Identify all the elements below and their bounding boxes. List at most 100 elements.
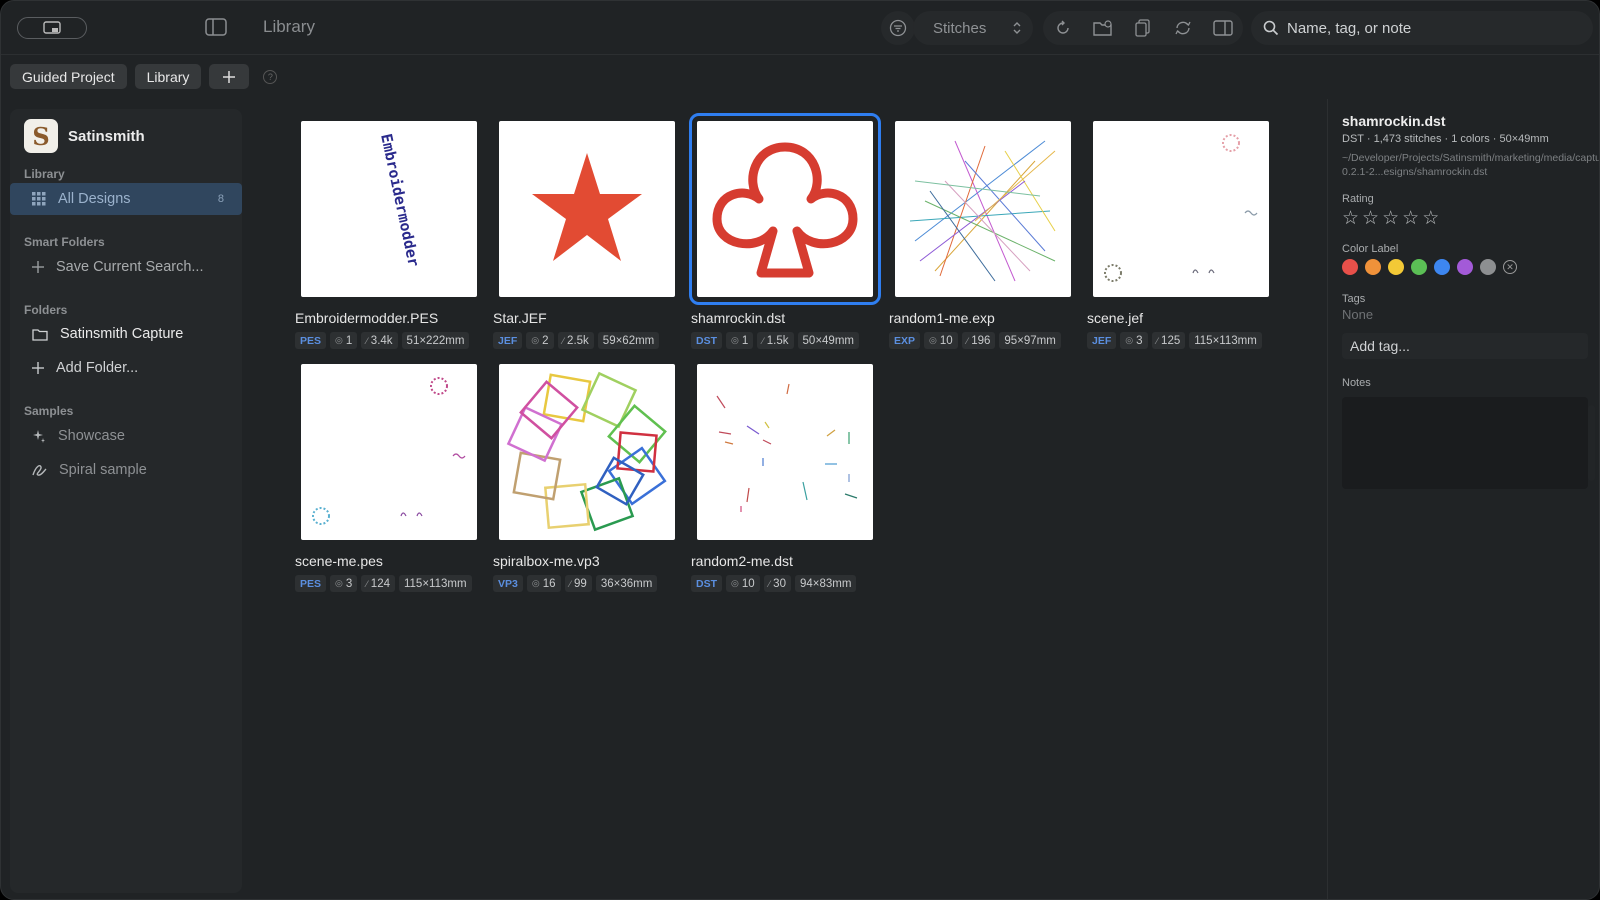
add-tab-button[interactable] (209, 64, 250, 89)
section-samples: Samples (24, 404, 74, 418)
inspector-subtitle: DST · 1,473 stitches · 1 colors · 50×49m… (1342, 133, 1549, 145)
design-thumbnail[interactable]: Embroidermodder (301, 121, 477, 297)
stitch-icon: ⁄ (569, 578, 572, 589)
sidebar-item-all-designs[interactable]: All Designs 8 (10, 183, 242, 215)
star-icon[interactable]: ☆ (1422, 207, 1439, 230)
random2-preview (716, 383, 858, 512)
design-thumbnail[interactable] (689, 113, 881, 305)
sync-icon (1175, 21, 1191, 35)
search-input[interactable] (1287, 19, 1577, 37)
design-name: scene-me.pes (295, 553, 383, 569)
inspector-panel: shamrockin.dst DST · 1,473 stitches · 1 … (1327, 99, 1599, 899)
new-folder-button[interactable] (1086, 11, 1120, 45)
design-thumbnail[interactable] (1093, 121, 1269, 297)
tab-bar: Guided Project Library ? (10, 64, 278, 89)
design-thumbnail[interactable] (301, 364, 477, 540)
duplicate-button[interactable] (1126, 11, 1160, 45)
color-count-chip: ◎ 3 (1120, 332, 1148, 349)
sidebar-toggle-icon[interactable] (205, 18, 227, 38)
sparkles-icon (33, 430, 45, 443)
sidebar-item-save-search[interactable]: Save Current Search... (10, 251, 242, 283)
add-tag-input[interactable] (1342, 333, 1588, 359)
scribble-icon (32, 465, 47, 476)
inspector-toggle-button[interactable] (1206, 11, 1240, 45)
sidebar-item-label: Spiral sample (59, 462, 147, 478)
color-count: 2 (542, 334, 549, 347)
size-chip: 94×83mm (794, 575, 857, 592)
color-swatch-red[interactable] (1342, 259, 1358, 275)
search-field[interactable] (1251, 11, 1593, 45)
clear-color-icon[interactable]: ✕ (1503, 260, 1517, 274)
sidebar-item-satinsmith-capture[interactable]: Satinsmith Capture (10, 318, 242, 350)
stitch-icon: ⁄ (1156, 335, 1159, 346)
star-icon[interactable]: ☆ (1362, 207, 1379, 230)
size-chip: 59×62mm (597, 332, 660, 349)
star-icon[interactable]: ☆ (1382, 207, 1399, 230)
stitch-icon: ⁄ (762, 335, 764, 346)
toolbar: Library Stitches (1, 1, 1599, 55)
color-swatch-gray[interactable] (1480, 259, 1496, 275)
plus-icon (223, 70, 236, 83)
format-badge: PES (295, 332, 327, 349)
refresh-button[interactable] (1046, 11, 1080, 45)
help-icon[interactable]: ? (263, 69, 278, 84)
design-thumbnail[interactable] (499, 121, 675, 297)
stitch-count: 3.4k (370, 334, 393, 347)
design-meta: JEF ◎ 3 ⁄ 125 115×113mm (1087, 332, 1262, 349)
section-library: Library (24, 167, 65, 181)
design-thumbnail[interactable] (697, 364, 873, 540)
design-thumbnail[interactable] (895, 121, 1071, 297)
stitch-count: 124 (370, 577, 390, 590)
stitch-count: 196 (971, 334, 991, 347)
stitch-icon: ⁄ (562, 335, 565, 346)
sort-value: Stitches (933, 19, 987, 37)
sync-button[interactable] (1166, 11, 1200, 45)
sidebar-item-spiral-sample[interactable]: Spiral sample (10, 454, 242, 486)
sidebar-item-showcase[interactable]: Showcase (10, 420, 242, 452)
color-swatch-blue[interactable] (1434, 259, 1450, 275)
stitch-icon: ⁄ (966, 335, 969, 346)
design-name: shamrockin.dst (691, 310, 786, 326)
tab-library[interactable]: Library (134, 64, 202, 89)
stitch-icon: ⁄ (366, 335, 368, 346)
chevron-updown-icon (1013, 22, 1021, 34)
stitch-count: 125 (1161, 334, 1181, 347)
format-badge: EXP (889, 332, 921, 349)
rating-stars[interactable]: ☆ ☆ ☆ ☆ ☆ (1342, 207, 1439, 230)
sidebar-item-add-folder[interactable]: Add Folder... (10, 352, 242, 384)
star-icon[interactable]: ☆ (1402, 207, 1419, 230)
size-chip: 115×113mm (1189, 332, 1262, 349)
color-count: 10 (939, 334, 953, 347)
star-icon[interactable]: ☆ (1342, 207, 1359, 230)
color-swatch-green[interactable] (1411, 259, 1427, 275)
color-swatch-yellow[interactable] (1388, 259, 1404, 275)
inspector-title: shamrockin.dst (1342, 113, 1446, 129)
thumb-text: Embroidermodder (377, 132, 423, 268)
color-label-picker: ✕ (1342, 259, 1517, 275)
design-thumbnail[interactable] (499, 364, 675, 540)
size-chip: 36×36mm (595, 575, 658, 592)
stitch-icon: ⁄ (768, 578, 771, 589)
sidebar-item-label: Add Folder... (56, 360, 139, 376)
stitch-count-chip: ⁄ 1.5k (757, 332, 794, 349)
plus-icon (32, 261, 44, 273)
notes-label: Notes (1342, 377, 1371, 389)
palette-icon: ◎ (731, 335, 739, 345)
format-badge: VP3 (493, 575, 523, 592)
sort-select[interactable]: Stitches (913, 11, 1033, 45)
format-badge: DST (691, 575, 722, 592)
window-controls-button[interactable] (17, 17, 87, 39)
notes-scrollbar[interactable] (1588, 405, 1595, 481)
design-name: scene.jef (1087, 310, 1144, 326)
color-count-chip: ◎ 16 (526, 575, 561, 592)
size-chip: 95×97mm (999, 332, 1061, 349)
filter-button[interactable] (881, 11, 915, 45)
tab-guided-project[interactable]: Guided Project (10, 64, 127, 89)
sidebar-item-label: Save Current Search... (56, 259, 204, 275)
palette-icon: ◎ (1125, 335, 1134, 345)
plus-icon (32, 362, 44, 374)
color-count-chip: ◎ 2 (526, 332, 554, 349)
color-swatch-purple[interactable] (1457, 259, 1473, 275)
color-swatch-orange[interactable] (1365, 259, 1381, 275)
notes-textarea[interactable] (1342, 397, 1595, 489)
